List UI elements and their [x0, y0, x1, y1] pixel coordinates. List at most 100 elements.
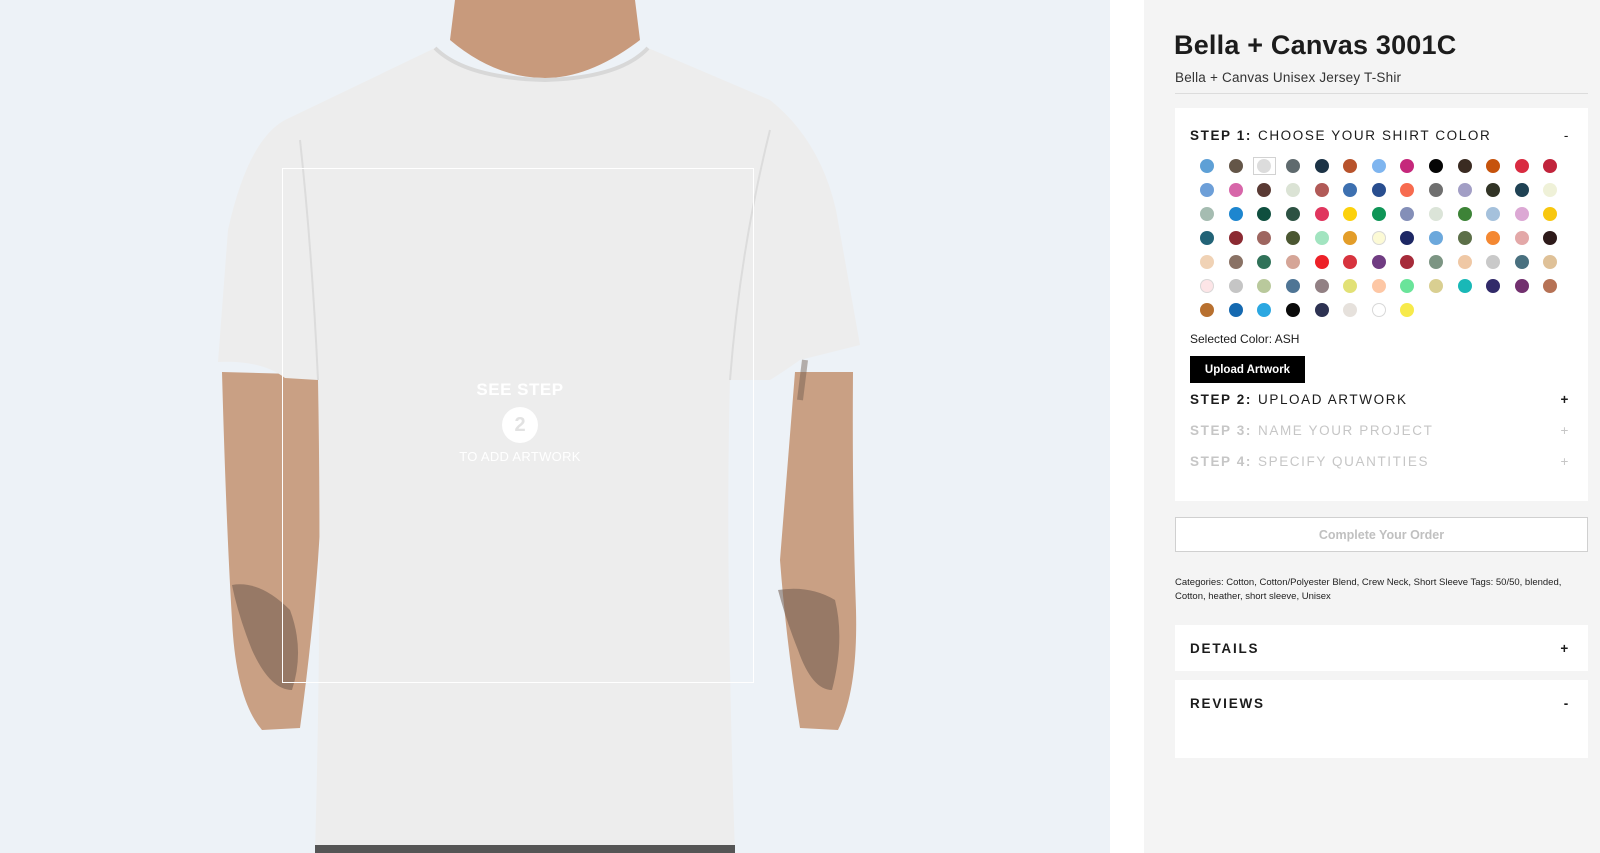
color-swatch[interactable]: [1336, 250, 1365, 274]
color-swatch[interactable]: [1222, 274, 1251, 298]
color-swatch[interactable]: [1193, 274, 1222, 298]
color-swatch[interactable]: [1365, 250, 1394, 274]
step-2-header[interactable]: STEP 2: UPLOAD ARTWORK +: [1190, 392, 1570, 407]
color-swatch[interactable]: [1536, 226, 1565, 250]
expand-icon[interactable]: +: [1561, 423, 1570, 438]
color-swatch[interactable]: [1450, 154, 1479, 178]
color-swatch[interactable]: [1193, 298, 1222, 322]
color-swatch[interactable]: [1250, 250, 1279, 274]
color-swatch[interactable]: [1422, 274, 1451, 298]
color-swatch[interactable]: [1307, 154, 1336, 178]
expand-icon[interactable]: +: [1561, 454, 1570, 469]
color-swatch[interactable]: [1336, 202, 1365, 226]
color-swatch[interactable]: [1250, 274, 1279, 298]
color-swatch[interactable]: [1536, 250, 1565, 274]
color-swatch[interactable]: [1450, 226, 1479, 250]
color-swatch[interactable]: [1193, 178, 1222, 202]
color-swatch[interactable]: [1393, 274, 1422, 298]
color-swatch[interactable]: [1307, 274, 1336, 298]
color-swatch[interactable]: [1479, 154, 1508, 178]
color-swatch[interactable]: [1422, 226, 1451, 250]
color-swatch[interactable]: [1479, 250, 1508, 274]
color-swatch[interactable]: [1336, 178, 1365, 202]
color-swatch[interactable]: [1508, 250, 1537, 274]
color-swatch[interactable]: [1365, 274, 1394, 298]
color-swatch[interactable]: [1250, 202, 1279, 226]
color-swatch[interactable]: [1222, 178, 1251, 202]
color-swatch[interactable]: [1393, 250, 1422, 274]
color-swatch[interactable]: [1508, 178, 1537, 202]
color-swatch[interactable]: [1393, 226, 1422, 250]
color-swatch[interactable]: [1279, 298, 1308, 322]
step-4-header[interactable]: STEP 4: SPECIFY QUANTITIES +: [1190, 454, 1570, 469]
color-swatch[interactable]: [1536, 274, 1565, 298]
color-swatch[interactable]: [1365, 226, 1394, 250]
color-swatch[interactable]: [1336, 298, 1365, 322]
color-swatch[interactable]: [1307, 298, 1336, 322]
collapse-icon[interactable]: -: [1564, 128, 1570, 143]
color-swatch[interactable]: [1508, 274, 1537, 298]
color-swatch[interactable]: [1279, 226, 1308, 250]
color-swatch[interactable]: [1307, 178, 1336, 202]
color-swatch[interactable]: [1450, 250, 1479, 274]
color-swatch[interactable]: [1193, 154, 1222, 178]
upload-artwork-button[interactable]: Upload Artwork: [1190, 356, 1305, 383]
step-1-header[interactable]: STEP 1: CHOOSE YOUR SHIRT COLOR -: [1190, 128, 1570, 143]
color-swatch[interactable]: [1250, 178, 1279, 202]
color-swatch[interactable]: [1365, 202, 1394, 226]
color-swatch[interactable]: [1422, 178, 1451, 202]
color-swatch[interactable]: [1393, 178, 1422, 202]
color-swatch[interactable]: [1479, 178, 1508, 202]
color-swatch[interactable]: [1279, 250, 1308, 274]
color-swatch[interactable]: [1365, 178, 1394, 202]
color-swatch[interactable]: [1536, 202, 1565, 226]
color-swatch[interactable]: [1279, 178, 1308, 202]
color-swatch[interactable]: [1422, 154, 1451, 178]
color-swatch[interactable]: [1193, 250, 1222, 274]
color-swatch[interactable]: [1393, 154, 1422, 178]
color-swatch[interactable]: [1336, 154, 1365, 178]
color-swatch[interactable]: [1479, 274, 1508, 298]
color-swatch[interactable]: [1536, 154, 1565, 178]
color-swatch[interactable]: [1222, 250, 1251, 274]
color-swatch[interactable]: [1508, 154, 1537, 178]
expand-icon[interactable]: +: [1561, 392, 1570, 407]
color-swatch[interactable]: [1279, 274, 1308, 298]
color-swatch[interactable]: [1508, 226, 1537, 250]
color-swatch[interactable]: [1279, 154, 1308, 178]
color-swatch[interactable]: [1307, 226, 1336, 250]
color-swatch[interactable]: [1250, 226, 1279, 250]
step-3-header[interactable]: STEP 3: NAME YOUR PROJECT +: [1190, 423, 1570, 438]
color-swatch[interactable]: [1336, 226, 1365, 250]
color-swatch[interactable]: [1536, 178, 1565, 202]
reviews-header[interactable]: REVIEWS -: [1190, 696, 1570, 711]
color-swatch[interactable]: [1508, 202, 1537, 226]
color-swatch[interactable]: [1222, 226, 1251, 250]
color-swatch[interactable]: [1479, 202, 1508, 226]
collapse-icon[interactable]: -: [1564, 696, 1570, 711]
color-swatch[interactable]: [1222, 298, 1251, 322]
color-swatch[interactable]: [1365, 154, 1394, 178]
color-swatch[interactable]: [1393, 298, 1422, 322]
color-swatch[interactable]: [1422, 202, 1451, 226]
color-swatch[interactable]: [1336, 274, 1365, 298]
color-swatch[interactable]: [1479, 226, 1508, 250]
color-swatch[interactable]: [1250, 154, 1279, 178]
color-swatch[interactable]: [1365, 298, 1394, 322]
color-swatch[interactable]: [1307, 202, 1336, 226]
color-swatch[interactable]: [1450, 178, 1479, 202]
complete-order-button[interactable]: Complete Your Order: [1175, 517, 1588, 552]
color-swatch[interactable]: [1393, 202, 1422, 226]
reviews-accordion[interactable]: REVIEWS -: [1175, 680, 1588, 758]
expand-icon[interactable]: +: [1560, 641, 1570, 656]
color-swatch[interactable]: [1279, 202, 1308, 226]
color-swatch[interactable]: [1422, 250, 1451, 274]
color-swatch[interactable]: [1222, 202, 1251, 226]
color-swatch[interactable]: [1250, 298, 1279, 322]
color-swatch[interactable]: [1193, 202, 1222, 226]
color-swatch[interactable]: [1450, 274, 1479, 298]
details-header[interactable]: DETAILS +: [1190, 641, 1570, 656]
details-accordion[interactable]: DETAILS +: [1175, 625, 1588, 671]
color-swatch[interactable]: [1222, 154, 1251, 178]
color-swatch[interactable]: [1450, 202, 1479, 226]
